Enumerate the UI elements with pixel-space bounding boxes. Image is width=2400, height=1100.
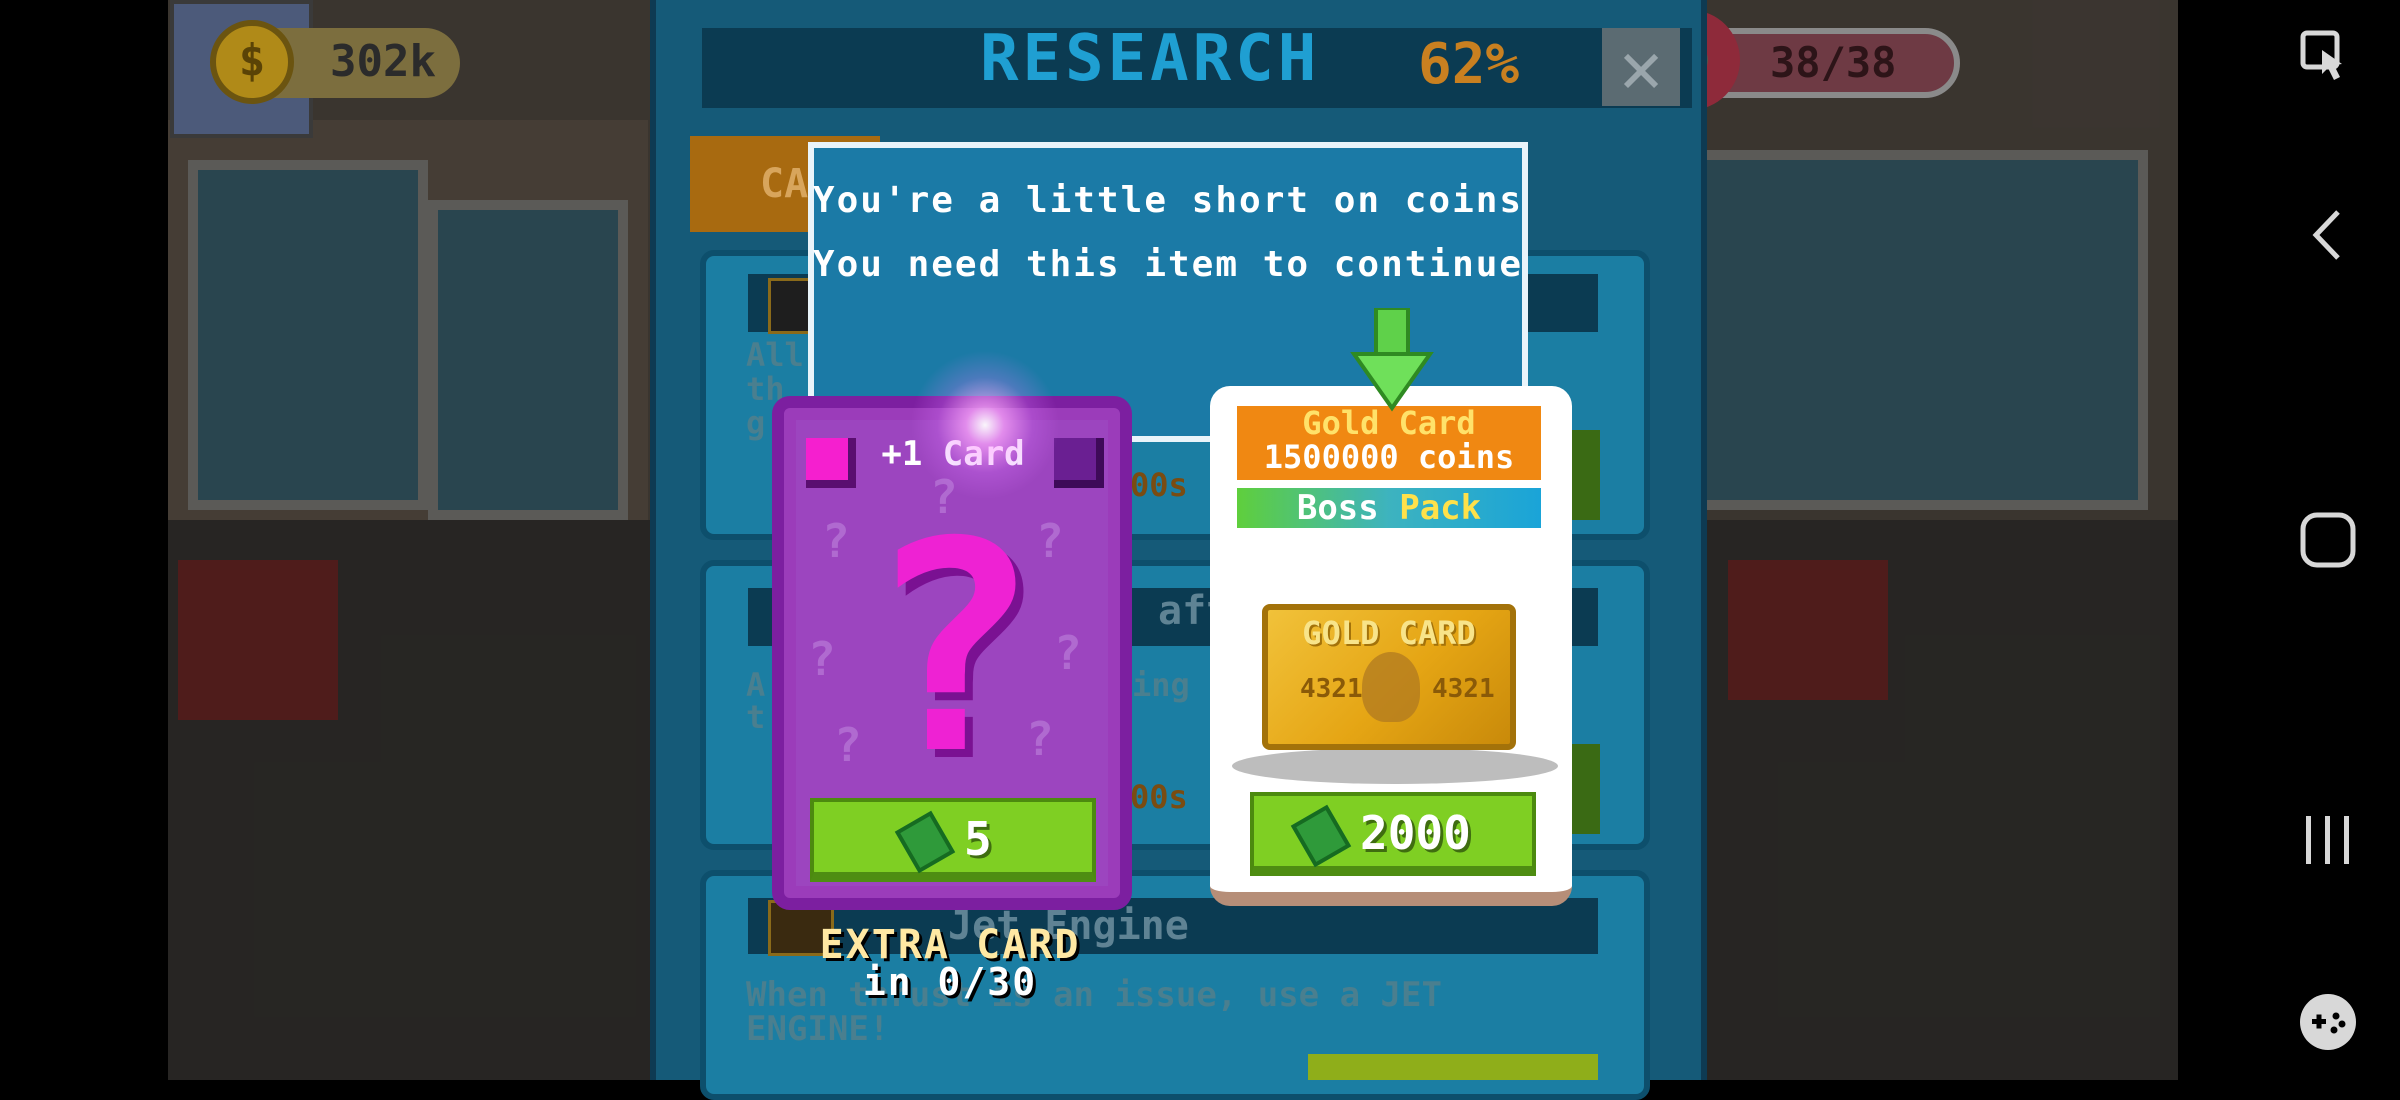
item-time: 00s — [1130, 466, 1188, 504]
card-shadow — [1232, 748, 1558, 784]
recents-icon[interactable] — [2302, 814, 2354, 866]
extra-card-progress: in 0/30 — [862, 960, 1038, 1004]
pack-word: Pack — [1399, 488, 1482, 528]
home-icon[interactable] — [2300, 512, 2356, 568]
item-desc: All — [746, 336, 804, 374]
button-price: 5 — [964, 812, 992, 866]
gold-card-number: 4321 — [1432, 674, 1495, 704]
question-mark-icon: ? — [822, 514, 850, 568]
boss-face-icon — [1362, 652, 1420, 722]
system-nav-bar — [2178, 0, 2400, 1080]
item-desc: g — [746, 404, 766, 442]
coin-icon: $ — [210, 20, 294, 104]
item-desc: A — [746, 666, 766, 704]
lives-count: 38/38 — [1770, 38, 1897, 87]
dialog-message-line2: You need this item to continue — [812, 244, 1524, 285]
question-mark-icon: ? — [808, 632, 836, 686]
button-price: 2000 — [1360, 806, 1471, 860]
item-desc: ENGINE! — [746, 1009, 890, 1049]
question-mark-icon: ? — [1054, 626, 1082, 680]
gold-card-coins: 1500000 coins — [1263, 438, 1515, 476]
buy-gold-card-button[interactable]: 2000 — [1250, 792, 1536, 876]
sparkle-icon — [910, 350, 1060, 500]
research-title: RESEARCH — [980, 22, 1321, 96]
card-corner — [806, 438, 856, 488]
gold-card-number: 4321 — [1300, 674, 1363, 704]
big-question-mark-icon: ? — [864, 481, 1040, 818]
pack-word: Boss — [1296, 488, 1379, 528]
screenshot-tool-icon[interactable] — [2300, 30, 2350, 86]
cash-icon — [1290, 804, 1352, 868]
gold-card-title: GOLD CARD — [1302, 614, 1476, 652]
boss-pack-banner: Boss Pack — [1237, 488, 1541, 528]
card-corner — [1054, 438, 1104, 488]
dialog-message-line1: You're a little short on coins — [812, 180, 1524, 221]
item-desc: t — [746, 698, 766, 736]
item-desc: ing — [1132, 666, 1190, 704]
coin-count: 302k — [330, 36, 436, 87]
down-arrow-icon — [1350, 308, 1434, 412]
gold-card-header: Gold Card 1500000 coins — [1237, 406, 1541, 480]
game-tools-icon[interactable] — [2298, 992, 2358, 1052]
research-progress: 62% — [1418, 32, 1520, 97]
item-time: 00s — [1130, 778, 1188, 816]
close-button[interactable]: ✕ — [1602, 28, 1680, 106]
back-icon[interactable] — [2310, 208, 2344, 262]
item-button[interactable] — [1308, 1054, 1598, 1080]
buy-extra-card-button[interactable]: 5 — [810, 798, 1096, 882]
cash-icon — [894, 810, 956, 874]
